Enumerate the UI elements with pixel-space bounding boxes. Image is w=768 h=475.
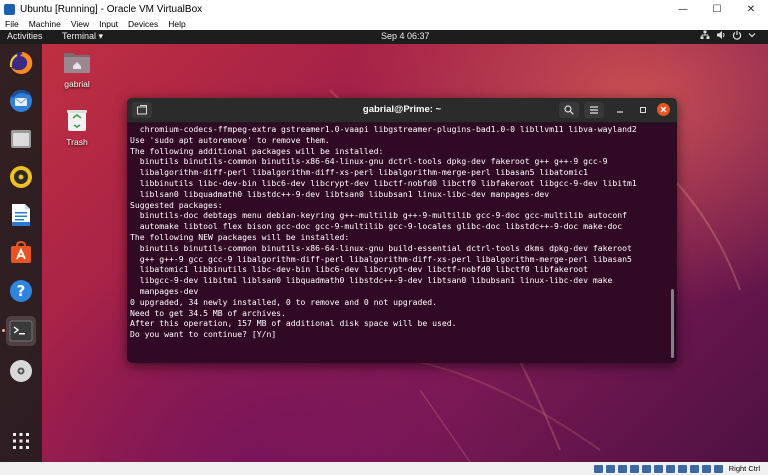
display-icon[interactable] (665, 464, 675, 473)
keyboard-icon[interactable] (713, 464, 723, 473)
guest-screen: Activities Terminal ▾ Sep 4 06:37 ? gabr… (0, 30, 768, 462)
terminal-line: libbinutils libc-dev-bin libc6-dev libcr… (130, 177, 637, 188)
menu-input[interactable]: Input (94, 19, 123, 29)
gnome-topbar: Activities Terminal ▾ Sep 4 06:37 (0, 30, 768, 44)
terminal-line: libgcc-9-dev libitm1 liblsan0 libquadmat… (130, 275, 613, 286)
vbox-statusbar: Right Ctrl (0, 462, 768, 475)
optical-drive-icon[interactable] (605, 464, 615, 473)
hamburger-icon (590, 106, 598, 114)
activities-button[interactable]: Activities (7, 31, 43, 41)
menu-help[interactable]: Help (163, 19, 190, 29)
terminal-line: manpages-dev (130, 285, 199, 296)
dvd-icon[interactable] (6, 356, 36, 386)
terminal-line: Use 'sudo apt autoremove' to remove them… (130, 134, 330, 145)
terminal-line: automake libtool flex bison gcc-doc gcc-… (130, 221, 623, 232)
new-tab-icon (137, 105, 147, 115)
close-button[interactable]: ✕ (734, 0, 768, 18)
terminal-headerbar[interactable]: gabrial@Prime: ~ (127, 98, 677, 123)
terminal-line: After this operation, 157 MB of addition… (130, 318, 457, 329)
terminal-minimize-button[interactable] (613, 102, 627, 118)
show-applications-icon[interactable] (6, 426, 36, 456)
terminal-window[interactable]: gabrial@Prime: ~ chromium-codecs-ffmpeg-… (127, 98, 677, 363)
terminal-close-button[interactable] (657, 103, 670, 116)
terminal-line: Need to get 34.5 MB of archives. (130, 307, 286, 318)
libreoffice-writer-icon[interactable] (6, 200, 36, 230)
help-icon[interactable]: ? (6, 276, 36, 306)
terminal-prompt-line: Do you want to continue? [Y/n] (130, 329, 277, 340)
maximize-icon (640, 107, 646, 113)
trash-label: Trash (66, 137, 88, 147)
trash-icon (57, 108, 97, 134)
search-button[interactable] (559, 102, 579, 118)
power-icon (732, 30, 742, 42)
audio-icon[interactable] (617, 464, 627, 473)
clock[interactable]: Sep 4 06:37 (381, 31, 430, 41)
usb-icon[interactable] (641, 464, 651, 473)
cpu-icon[interactable] (689, 464, 699, 473)
search-icon (564, 105, 574, 115)
home-folder-label: gabrial (64, 79, 90, 89)
window-title: Ubuntu [Running] - Oracle VM VirtualBox (20, 3, 203, 15)
desktop-trash[interactable]: Trash (57, 108, 97, 147)
menu-devices[interactable]: Devices (123, 19, 163, 29)
network-adapter-icon[interactable] (629, 464, 639, 473)
terminal-line: libalgorithm-diff-perl libalgorithm-diff… (130, 167, 589, 178)
menu-chevron-icon (748, 30, 756, 42)
terminal-output[interactable]: chromium-codecs-ffmpeg-extra gstreamer1.… (130, 124, 665, 360)
terminal-maximize-button[interactable] (636, 102, 650, 118)
terminal-line: binutils-doc debtags menu debian-keyring… (130, 210, 628, 221)
volume-icon (716, 30, 726, 42)
close-icon (660, 106, 667, 113)
hamburger-menu-button[interactable] (584, 102, 604, 118)
terminal-line: binutils binutils-common binutils-x86-64… (130, 156, 608, 167)
vbox-titlebar: Ubuntu [Running] - Oracle VM VirtualBox … (0, 0, 768, 18)
menu-file[interactable]: File (0, 19, 24, 29)
thunderbird-icon[interactable] (6, 86, 36, 116)
terminal-scrollbar[interactable] (671, 289, 674, 358)
terminal-line: 0 upgraded, 34 newly installed, 0 to rem… (130, 296, 437, 307)
host-key-label: Right Ctrl (728, 464, 760, 473)
terminal-line: liblsan0 libquadmath0 libstdc++-9-dev li… (130, 188, 550, 199)
ubuntu-software-icon[interactable] (6, 238, 36, 268)
maximize-button[interactable]: ☐ (700, 0, 734, 18)
svg-text:?: ? (17, 282, 26, 300)
home-folder-icon (57, 50, 97, 76)
terminal-line: The following NEW packages will be insta… (130, 231, 350, 242)
terminal-line: libatomic1 libbinutils libc-dev-bin libc… (130, 264, 589, 275)
running-indicator (2, 329, 5, 332)
vbox-menubar: File Machine View Input Devices Help (0, 18, 768, 30)
files-icon[interactable] (6, 124, 36, 154)
firefox-icon[interactable] (6, 48, 36, 78)
terminal-line: binutils binutils-common binutils-x86-64… (130, 242, 632, 253)
desktop-home-folder[interactable]: gabrial (57, 50, 97, 89)
app-menu-terminal[interactable]: Terminal ▾ (62, 31, 103, 42)
terminal-line: chromium-codecs-ffmpeg-extra gstreamer1.… (130, 124, 637, 134)
terminal-icon[interactable] (6, 316, 36, 346)
menu-machine[interactable]: Machine (24, 19, 66, 29)
dock: ? (0, 44, 42, 462)
new-tab-button[interactable] (132, 102, 152, 118)
terminal-line: g++ g++-9 gcc gcc-9 libalgorithm-diff-pe… (130, 253, 632, 264)
minimize-icon (617, 111, 623, 113)
virtualbox-icon (4, 3, 15, 15)
network-icon (700, 30, 710, 42)
hdd-icon[interactable] (593, 464, 603, 473)
mouse-integration-icon[interactable] (701, 464, 711, 473)
terminal-line: Suggested packages: (130, 199, 223, 210)
menu-view[interactable]: View (66, 19, 94, 29)
system-tray[interactable] (700, 30, 756, 42)
rhythmbox-icon[interactable] (6, 162, 36, 192)
recording-icon[interactable] (677, 464, 687, 473)
shared-folders-icon[interactable] (653, 464, 663, 473)
minimize-button[interactable]: — (666, 0, 700, 18)
terminal-line: The following additional packages will b… (130, 145, 384, 156)
